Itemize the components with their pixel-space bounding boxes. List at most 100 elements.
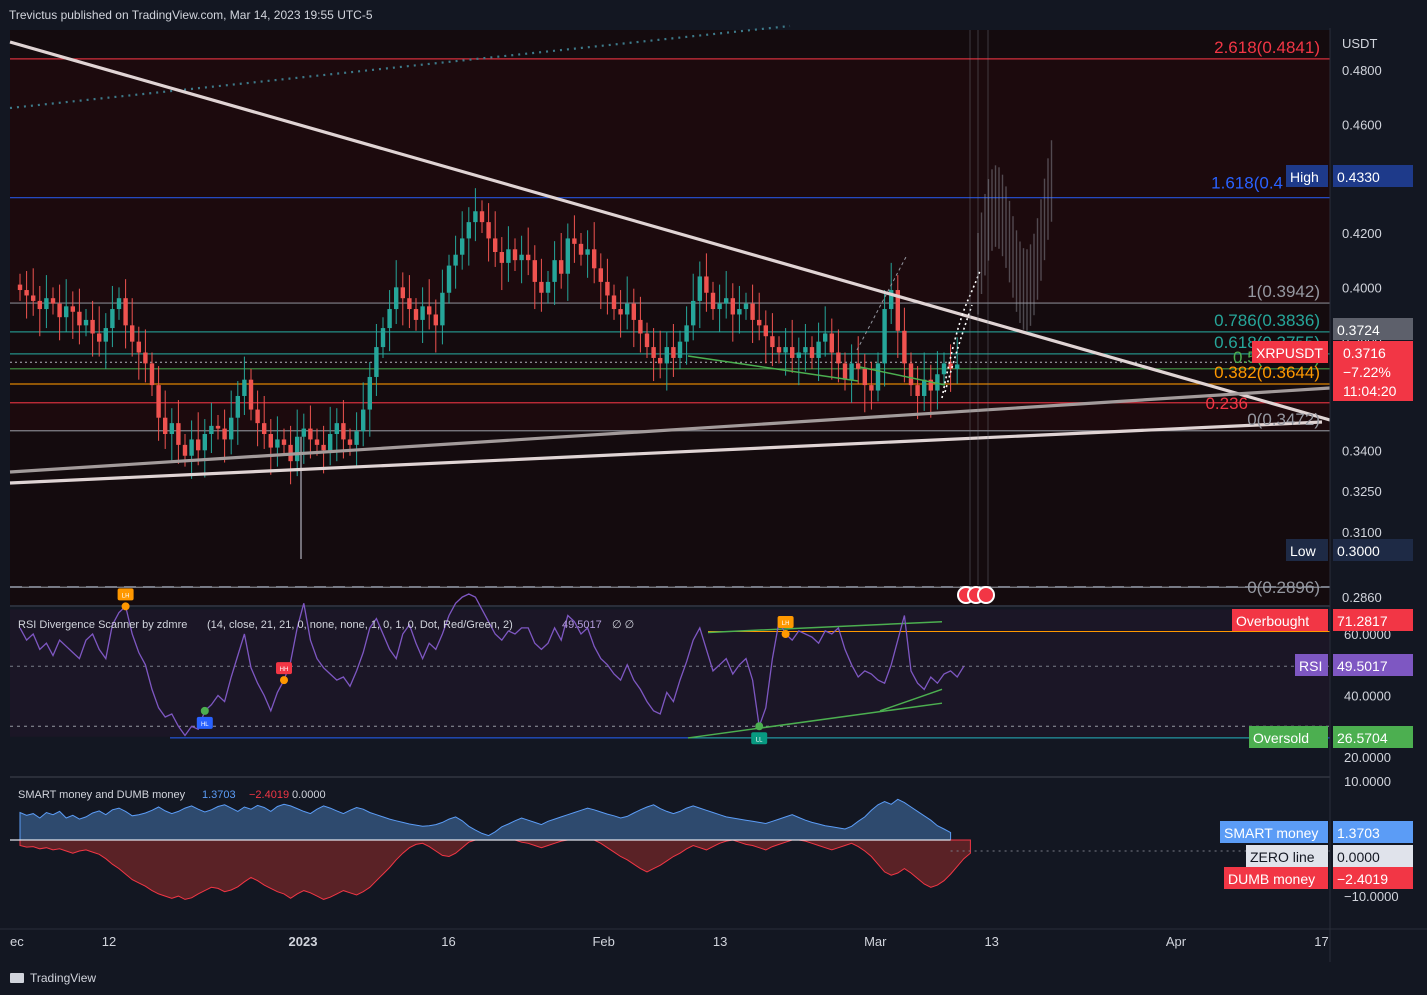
tradingview-logo[interactable]: TradingView: [10, 971, 96, 985]
candle-body: [862, 368, 867, 386]
candle-body: [684, 325, 689, 342]
candle-body: [248, 379, 254, 410]
tv-logo-icon: [10, 973, 24, 983]
candle-body: [651, 347, 656, 358]
candle-body: [50, 298, 56, 304]
candle-body: [446, 265, 452, 293]
candle-body: [255, 409, 260, 424]
rsi-label: RSI: [1299, 658, 1322, 674]
candle-body: [189, 439, 194, 456]
candle-body: [631, 303, 636, 320]
candle-body: [103, 328, 108, 342]
y-tick-label: 0.2860: [1342, 590, 1382, 605]
candle-body: [57, 303, 62, 318]
y-tick-label: 0.3250: [1342, 484, 1382, 499]
candle-body: [163, 417, 168, 435]
candle-body: [625, 303, 630, 315]
candle-body: [209, 425, 214, 435]
candle-body: [902, 330, 907, 364]
candle-body: [136, 341, 141, 353]
candle-body: [70, 306, 75, 312]
candle-body: [763, 325, 768, 337]
candle-body: [176, 423, 181, 445]
fib-label: 0.786(0.3836): [1214, 311, 1320, 330]
sd-legend-label: SMART money: [1224, 825, 1318, 841]
x-tick-label: 13: [713, 934, 727, 949]
footer-bar: TradingView: [0, 962, 1427, 995]
x-tick-label: 13: [984, 934, 998, 949]
candle-body: [499, 252, 504, 263]
candle-body: [512, 249, 518, 261]
candle-body: [605, 281, 610, 296]
candle-body: [473, 211, 478, 223]
candle-body: [268, 434, 273, 448]
fib-label: 2.618(0.4841): [1214, 38, 1320, 57]
fib-label: 1.618(0.4: [1211, 174, 1283, 193]
price-axis-bg: [1330, 28, 1427, 605]
candle-body: [638, 319, 643, 334]
sd-legend-value: 0.0000: [1337, 849, 1380, 865]
rsi-marker-dot: [781, 630, 790, 638]
candle-body: [611, 295, 617, 310]
candle-body: [387, 309, 392, 329]
candle-body: [658, 357, 663, 364]
rsi-value: 49.5017: [562, 619, 602, 631]
candle-body: [770, 336, 775, 348]
candle-body: [783, 347, 788, 353]
candle-body: [116, 298, 122, 310]
overbought-value: 71.2817: [1337, 613, 1388, 629]
candle-body: [704, 276, 709, 293]
candle-body: [724, 298, 729, 304]
x-tick-label: Apr: [1166, 934, 1187, 949]
rsi-marker-dot: [200, 706, 209, 715]
candle-body: [908, 363, 914, 386]
fib-label: 1(0.3942): [1247, 282, 1320, 301]
candle-body: [823, 333, 828, 342]
candle-body: [262, 423, 267, 435]
candle-body: [915, 385, 920, 396]
sd-smart-value: 1.3703: [202, 789, 236, 801]
candle-body: [842, 363, 848, 380]
candle-body: [585, 249, 590, 255]
candle-body: [242, 379, 247, 396]
candle-body: [677, 341, 683, 358]
rsi-y-tick: 40.0000: [1344, 689, 1391, 704]
candle-body: [598, 268, 603, 282]
rsi-marker-label: HL: [201, 722, 209, 728]
candle-body: [354, 431, 359, 445]
candle-body: [592, 249, 597, 269]
candle-body: [149, 363, 155, 386]
oversold-value: 26.5704: [1337, 730, 1388, 746]
sd-title: SMART money and DUMB money: [18, 789, 186, 801]
candle-body: [31, 295, 36, 301]
candle-body: [308, 428, 313, 440]
candle-body: [750, 303, 755, 320]
candle-body: [169, 423, 174, 435]
event-flag-icon: [977, 586, 995, 604]
candle-body: [453, 254, 458, 266]
candle-body: [816, 341, 821, 358]
candle-body: [757, 319, 762, 326]
candle-body: [922, 379, 927, 396]
candle-body: [394, 287, 399, 310]
candle-body: [691, 300, 696, 326]
candle-body: [314, 439, 320, 445]
sd-legend-label: DUMB money: [1228, 871, 1315, 887]
fib-zone-upper: [10, 58, 1330, 304]
high-value: 0.4330: [1337, 169, 1380, 185]
candle-body: [717, 303, 722, 310]
chart-canvas[interactable]: 2.618(0.4841) 1.618(0.4 1(0.3942) 0.786(0.3…: [0, 0, 1427, 995]
x-tick-label: Feb: [592, 934, 614, 949]
y-tick-label: 0.4800: [1342, 63, 1382, 78]
sd-zero-value: 0.0000: [292, 789, 326, 801]
fib-label: 0(0.2896): [1247, 578, 1320, 597]
candle-body: [182, 444, 188, 456]
candle-body: [202, 434, 207, 451]
rsi-y-tick: 20.0000: [1344, 750, 1391, 765]
x-tick-label: ec: [10, 934, 24, 949]
candle-body: [90, 319, 95, 334]
x-tick-label: 12: [102, 934, 116, 949]
candle-body: [275, 439, 280, 448]
high-tag-label: High: [1290, 169, 1319, 185]
sd-y-tick: 10.0000: [1344, 774, 1391, 789]
